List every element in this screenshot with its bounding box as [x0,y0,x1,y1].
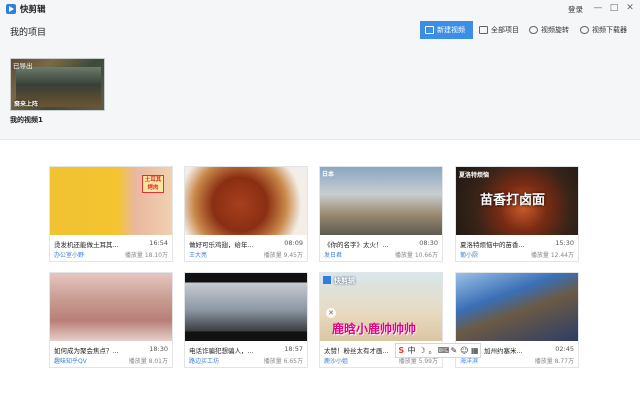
video-downloader-button[interactable]: 视频下载器 [580,21,627,39]
thumbnail-tag: 快剪辑 [334,277,355,285]
video-title: 电话诈骗犯想骗人，... [189,347,254,355]
thumbnail-caption: 日本 [322,171,335,178]
projects-area: 已导出 裔来上阵 我的视频1 [0,42,640,140]
thumbnail-caption: 土耳其烤肉 [142,175,164,193]
login-link[interactable]: 登录 [568,4,583,15]
all-projects-label: 全部项目 [491,26,519,34]
punctuation-toggle[interactable]: 。 [427,345,437,356]
video-author[interactable]: 葡小厨 [460,250,478,259]
project-name[interactable]: 我的视频1 [10,115,43,125]
close-button[interactable]: ✕ [624,3,636,14]
project-toolbar: 我的项目 新建视频 全部项目 视频旋转 视频下载器 [0,18,640,42]
video-duration: 08:30 [419,239,438,247]
video-thumbnail [50,273,172,341]
sogou-s-icon[interactable]: S [396,346,406,355]
video-duration: 15:30 [555,239,574,247]
video-title: 烫发机还能做土耳其... [54,241,119,249]
video-card[interactable]: 电话诈骗犯想骗人，... 18:57 路边买工坊 播放量 6.65万 [184,272,308,368]
video-duration: 18:57 [284,345,303,353]
play-count: 播放量 18.10万 [124,252,168,259]
ime-toolbar[interactable]: S 中 ☽ 。 ⌨ ✎ ☺ ▦ [395,343,481,358]
video-author[interactable]: 路边买工坊 [189,356,219,365]
rotate-video-button[interactable]: 视频旋转 [529,21,569,39]
play-count: 播放量 9.45万 [263,252,303,259]
page-title: 我的项目 [10,28,47,38]
minimize-button[interactable]: — [592,3,604,14]
video-thumbnail [456,273,578,341]
tools-icon[interactable]: ✎ [449,346,459,355]
app-logo-icon [323,276,331,284]
video-card[interactable]: 日本 《你的名字》太火！... 08:30 发日君 播放量 10.66万 [319,166,443,262]
play-count: 播放量 8.01万 [128,358,168,365]
video-thumbnail [185,167,307,235]
video-title: 《你的名字》太火！... [324,241,389,249]
video-thumbnail [185,273,307,341]
video-duration: 18:30 [149,345,168,353]
maximize-button[interactable]: □ [608,3,620,14]
keyboard-icon[interactable]: ⌨ [438,346,450,355]
grid-icon[interactable]: ▦ [470,346,480,355]
rotate-video-label: 视频旋转 [541,26,569,34]
video-title: 如何成为聚会焦点？... [54,347,119,355]
video-title: 做好可乐鸡翅，给年... [189,241,254,249]
video-thumbnail: 土耳其烤肉 [50,167,172,235]
video-card[interactable]: 夏洛特烦恼 苗香打卤面 夏洛特烦恼中的苗香... 15:30 葡小厨 播放量 1… [455,166,579,262]
video-duration: 08:09 [284,239,303,247]
video-thumbnail: 日本 [320,167,442,235]
video-thumbnail: 夏洛特烦恼 苗香打卤面 [456,167,578,235]
video-title: 加州约塞米... [484,347,523,355]
thumbnail-caption: 苗香打卤面 [480,193,546,208]
video-duration: 16:54 [149,239,168,247]
video-downloader-label: 视频下载器 [592,26,627,34]
new-video-label: 新建视频 [437,26,465,34]
play-count: 播放量 8.77万 [534,358,574,365]
video-camera-icon [425,26,434,34]
project-caption: 裔来上阵 [14,101,39,108]
moon-icon[interactable]: ☽ [417,346,427,355]
video-title: 夏洛特烦恼中的苗香... [460,241,525,249]
app-logo-icon [6,4,16,14]
all-projects-button[interactable]: 全部项目 [479,21,519,39]
rotate-icon [529,26,538,34]
video-author[interactable]: 办公室小野 [54,250,84,259]
video-duration: 02:45 [555,345,574,353]
video-card[interactable]: 如何成为聚会焦点？... 18:30 趣味知乎QV 播放量 8.01万 [49,272,173,368]
video-author[interactable]: 王大亮 [189,250,207,259]
close-icon[interactable]: ✕ [326,308,336,318]
title-bar: 快剪辑 [0,0,640,18]
play-count: 播放量 12.44万 [530,252,574,259]
app-title: 快剪辑 [20,5,46,15]
video-author[interactable]: 发日君 [324,250,342,259]
video-card[interactable]: 做好可乐鸡翅，给年... 08:09 王大亮 播放量 9.45万 [184,166,308,262]
thumbnail-tag: 夏洛特烦恼 [459,172,490,179]
project-thumbnail[interactable]: 已导出 裔来上阵 [10,58,105,111]
export-status-badge: 已导出 [13,62,33,70]
video-author[interactable]: 趣味知乎QV [54,356,87,365]
video-card[interactable]: 土耳其烤肉 烫发机还能做土耳其... 16:54 办公室小野 播放量 18.10… [49,166,173,262]
download-icon [580,26,589,34]
thumbnail-caption: 鹿晗小鹿帅帅帅 [332,322,417,336]
folder-icon [479,26,488,34]
ime-language-toggle[interactable]: 中 [406,345,416,356]
video-thumbnail: 快剪辑 ✕ 鹿晗小鹿帅帅帅 [320,273,442,341]
new-video-button[interactable]: 新建视频 [420,21,473,39]
video-author[interactable]: 鹿沙小姐 [324,356,348,365]
play-count: 播放量 6.65万 [263,358,303,365]
play-count: 播放量 10.66万 [394,252,438,259]
user-icon[interactable]: ☺ [459,346,469,355]
